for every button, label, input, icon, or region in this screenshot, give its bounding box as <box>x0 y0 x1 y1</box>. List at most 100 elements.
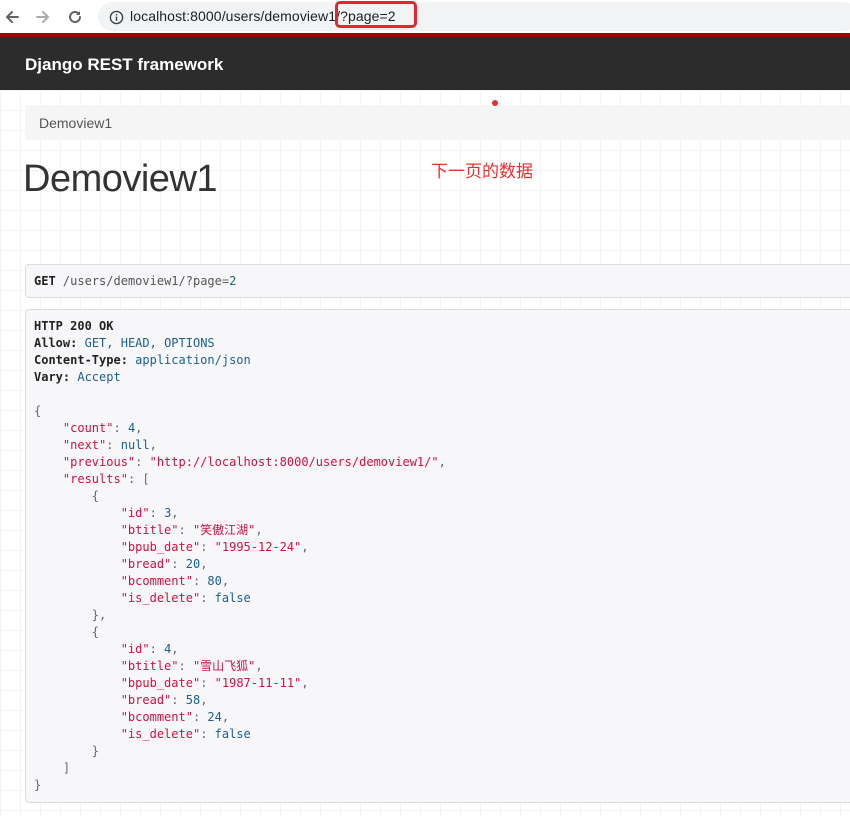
json-brace: { <box>91 625 100 639</box>
reload-icon[interactable] <box>64 6 86 28</box>
json-null: null <box>120 438 150 452</box>
navbar-brand[interactable]: Django REST framework <box>25 55 223 75</box>
json-string: "1995-12-24" <box>214 540 302 554</box>
response-line: { <box>34 624 446 641</box>
response-info: HTTP 200 OK Allow: GET, HEAD, OPTIONS Cont… <box>25 309 850 803</box>
json-brace: } <box>91 744 100 758</box>
json-line: "bcomment": 24, <box>34 709 446 726</box>
response-line: } <box>34 743 446 760</box>
url-query-highlight <box>335 1 417 28</box>
json-line: "bread": 58, <box>34 692 446 709</box>
json-line: ] <box>34 760 446 777</box>
json-punct: , <box>301 540 309 554</box>
json-line: "id": 3, <box>34 505 446 522</box>
response-line: }, <box>34 607 446 624</box>
forward-arrow-icon[interactable] <box>32 6 54 28</box>
json-brace: { <box>91 489 100 503</box>
json-punct: : <box>135 455 150 469</box>
json-punct: , <box>255 659 263 673</box>
json-line: "count": 4, <box>34 420 446 437</box>
json-brace: { <box>34 404 42 418</box>
json-number: 80 <box>207 574 222 588</box>
json-punct: , <box>171 642 179 656</box>
json-number: 58 <box>185 693 201 707</box>
json-punct: : <box>171 557 186 571</box>
response-header-name: Content-Type: <box>34 353 128 367</box>
json-punct: , <box>301 676 309 690</box>
response-status-line: HTTP 200 OK <box>34 318 446 335</box>
json-line: "next": null, <box>34 437 446 454</box>
json-line: "bread": 20, <box>34 556 446 573</box>
json-punct: : <box>178 523 193 537</box>
json-punct: : <box>200 676 215 690</box>
navbar: Django REST framework <box>0 37 850 90</box>
response-header-name: Allow: <box>34 336 78 350</box>
json-string: "雪山飞狐" <box>192 659 256 673</box>
json-number: 24 <box>207 710 222 724</box>
json-punct: : [ <box>127 472 150 486</box>
response-header-name: Vary: <box>34 370 71 384</box>
json-key: "btitle" <box>120 659 179 673</box>
info-icon[interactable] <box>105 6 127 28</box>
request-path: /users/demoview1/?page <box>62 274 222 288</box>
json-key: "id" <box>120 642 150 656</box>
response-header: Allow: GET, HEAD, OPTIONS <box>34 335 446 352</box>
json-key: "results" <box>62 472 128 486</box>
json-string: "1987-11-11" <box>214 676 302 690</box>
annotation-dot <box>492 100 498 106</box>
json-line: "bpub_date": "1987-11-11", <box>34 675 446 692</box>
json-punct: : <box>178 659 193 673</box>
back-arrow-icon[interactable] <box>1 6 23 28</box>
json-line: "is_delete": false <box>34 726 446 743</box>
json-punct: : <box>200 591 215 605</box>
json-string: "笑傲江湖" <box>192 523 256 537</box>
json-punct: : <box>106 438 121 452</box>
json-punct: , <box>438 455 446 469</box>
json-punct: : <box>149 506 165 520</box>
response-body: HTTP 200 OK Allow: GET, HEAD, OPTIONS Cont… <box>34 318 446 794</box>
json-punct: ] <box>62 761 71 775</box>
json-line: "previous": "http://localhost:8000/users… <box>34 454 446 471</box>
response-line: } <box>34 777 446 794</box>
json-punct: , <box>200 693 208 707</box>
json-punct: , <box>171 506 179 520</box>
response-header: Content-Type: application/json <box>34 352 446 369</box>
json-line: "bcomment": 80, <box>34 573 446 590</box>
json-boolean: false <box>214 727 251 741</box>
page-title: Demoview1 <box>23 158 218 200</box>
json-punct: , <box>149 438 157 452</box>
json-key: "bpub_date" <box>120 676 201 690</box>
json-line: "is_delete": false <box>34 590 446 607</box>
json-key: "is_delete" <box>120 727 201 741</box>
json-boolean: false <box>214 591 251 605</box>
json-key: "btitle" <box>120 523 179 537</box>
json-key: "bpub_date" <box>120 540 201 554</box>
request-line: GET /users/demoview1/?page=2 <box>34 273 236 290</box>
response-header-value: Accept <box>77 370 121 384</box>
json-punct: : <box>149 642 165 656</box>
json-key: "previous" <box>62 455 136 469</box>
response-status: HTTP 200 OK <box>34 319 114 333</box>
json-key: "id" <box>120 506 150 520</box>
json-punct: , <box>200 557 208 571</box>
json-line: "btitle": "笑傲江湖", <box>34 522 446 539</box>
json-brace: }, <box>91 608 107 622</box>
json-line: "id": 4, <box>34 641 446 658</box>
request-query-value: 2 <box>229 274 237 288</box>
json-key: "is_delete" <box>120 591 201 605</box>
response-line: { <box>34 403 446 420</box>
response-blank-line <box>34 386 446 403</box>
json-string: "http://localhost:8000/users/demoview1/" <box>149 455 439 469</box>
json-punct: : <box>113 421 128 435</box>
annotation-text: 下一页的数据 <box>431 162 533 182</box>
response-header-value: application/json <box>135 353 251 367</box>
json-key: "bcomment" <box>120 710 193 724</box>
breadcrumb-item[interactable]: Demoview1 <box>39 115 112 131</box>
json-punct: : <box>200 540 215 554</box>
response-line: { <box>34 488 446 505</box>
json-punct: , <box>255 523 263 537</box>
json-line: "btitle": "雪山飞狐", <box>34 658 446 675</box>
json-number: 20 <box>185 557 201 571</box>
json-key: "count" <box>62 421 114 435</box>
json-brace: } <box>34 778 42 792</box>
